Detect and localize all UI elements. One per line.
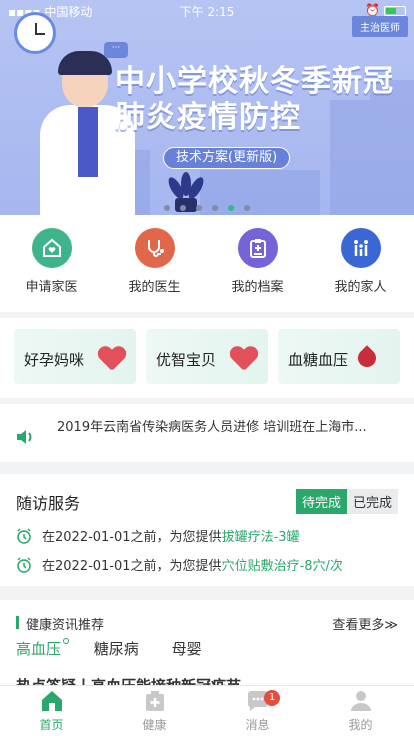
tab-pending[interactable]: 待完成: [295, 489, 347, 514]
carousel-dot[interactable]: [228, 205, 234, 211]
feature-card-glucose-pressure[interactable]: 血糖血压: [278, 329, 400, 384]
tab-messages[interactable]: 1 消息: [206, 690, 309, 733]
nav-apply-family-doctor[interactable]: 申请家医: [0, 228, 103, 295]
banner-title: 中小学校秋冬季新冠肺炎疫情防控: [115, 64, 394, 135]
feature-cards: 好孕妈咪 优智宝贝 血糖血压: [0, 318, 414, 398]
health-kit-icon: [145, 691, 164, 711]
tab-diabetes[interactable]: 糖尿病: [94, 638, 139, 659]
nav-label: 我的家人: [334, 280, 387, 295]
feature-card-pregnancy[interactable]: 好孕妈咪: [14, 329, 136, 384]
feature-card-label: 优智宝贝: [156, 351, 217, 369]
alarm-clock-icon: [17, 557, 31, 573]
followup-section: 随访服务 待完成 已完成 在2022-01-01之前，为您提供拔罐疗法-3罐 在2…: [0, 474, 414, 586]
chat-bubble-icon: ···: [104, 42, 128, 58]
nav-my-family[interactable]: 我的家人: [309, 228, 412, 295]
carousel-dots: [0, 196, 414, 215]
bottom-tab-bar: 首页 健康 1 消息 我的: [0, 685, 414, 736]
section-title: 健康资讯推荐: [26, 618, 105, 633]
feature-card-label: 血糖血压: [288, 351, 349, 369]
message-badge: 1: [264, 690, 280, 706]
nav-label: 我的档案: [231, 280, 284, 295]
nav-label: 申请家医: [25, 280, 78, 295]
notice-bar[interactable]: 2019年云南省传染病医务人员进修 培训班在上海市...: [0, 404, 414, 462]
speaker-icon: [16, 429, 34, 448]
news-section: 健康资讯推荐 查看更多≫ 高血压 糖尿病 母婴 热点答疑丨高血压能接种新冠疫苗: [0, 600, 414, 695]
feature-card-baby[interactable]: 优智宝贝: [146, 329, 268, 384]
role-badge[interactable]: 主治医师: [352, 16, 408, 37]
family-icon: [340, 228, 381, 268]
followup-text: 在2022-01-01之前，为您提供: [42, 559, 222, 574]
followup-tabs: 待完成 已完成: [295, 489, 398, 514]
tab-label: 健康: [142, 718, 167, 732]
carousel-dot[interactable]: [244, 205, 250, 211]
followup-item[interactable]: 在2022-01-01之前，为您提供拔罐疗法-3罐: [16, 526, 300, 545]
banner-carousel[interactable]: ▪▪▪▪ 中国移动 下午 2:15 ⏰ 主治医师 ··· 中小学校秋冬季新冠肺炎…: [0, 0, 414, 215]
section-marker: [16, 616, 19, 629]
carousel-dot[interactable]: [196, 205, 202, 211]
followup-service: 拔罐疗法-3罐: [221, 530, 300, 545]
view-more-link[interactable]: 查看更多≫: [332, 614, 398, 633]
tab-health[interactable]: 健康: [103, 690, 206, 733]
nav-my-records[interactable]: 我的档案: [206, 228, 309, 295]
followup-service: 穴位贴敷治疗-8穴/次: [221, 559, 343, 574]
home-heart-icon: [31, 228, 72, 268]
user-icon: [350, 691, 371, 711]
carousel-dot[interactable]: [180, 205, 186, 211]
home-icon: [41, 691, 62, 711]
nav-my-doctor[interactable]: 我的医生: [103, 228, 206, 295]
quick-nav: 申请家医 我的医生 我的档案 我的家人: [0, 215, 414, 312]
feature-card-label: 好孕妈咪: [24, 351, 85, 369]
tab-profile[interactable]: 我的: [309, 690, 412, 733]
carousel-dot[interactable]: [164, 205, 170, 211]
tab-label: 消息: [245, 718, 270, 732]
tab-label: 首页: [39, 718, 64, 732]
section-title: 随访服务: [16, 494, 81, 513]
followup-item[interactable]: 在2022-01-01之前，为您提供穴位贴敷治疗-8穴/次: [16, 555, 343, 574]
battery-icon: ⏰: [365, 3, 406, 17]
alarm-clock-icon: [17, 528, 31, 544]
tab-home[interactable]: 首页: [0, 690, 103, 733]
tab-completed[interactable]: 已完成: [346, 489, 398, 514]
carousel-dot[interactable]: [212, 205, 218, 211]
tab-maternal[interactable]: 母婴: [172, 638, 202, 659]
followup-text: 在2022-01-01之前，为您提供: [42, 530, 222, 545]
nav-label: 我的医生: [128, 280, 181, 295]
heart-icon: [230, 347, 256, 371]
news-tabs: 高血压 糖尿病 母婴: [16, 638, 230, 659]
notice-text: 2019年云南省传染病医务人员进修 培训班在上海市...: [57, 420, 367, 435]
blood-drop-icon: [354, 345, 380, 371]
stethoscope-icon: [134, 228, 175, 268]
heart-icon: [98, 347, 124, 371]
clipboard-icon: [237, 228, 278, 268]
banner-button[interactable]: 技术方案(更新版): [163, 147, 291, 169]
tab-hypertension[interactable]: 高血压: [16, 638, 70, 659]
tab-label: 我的: [348, 718, 373, 732]
clock-icon: [14, 12, 56, 54]
